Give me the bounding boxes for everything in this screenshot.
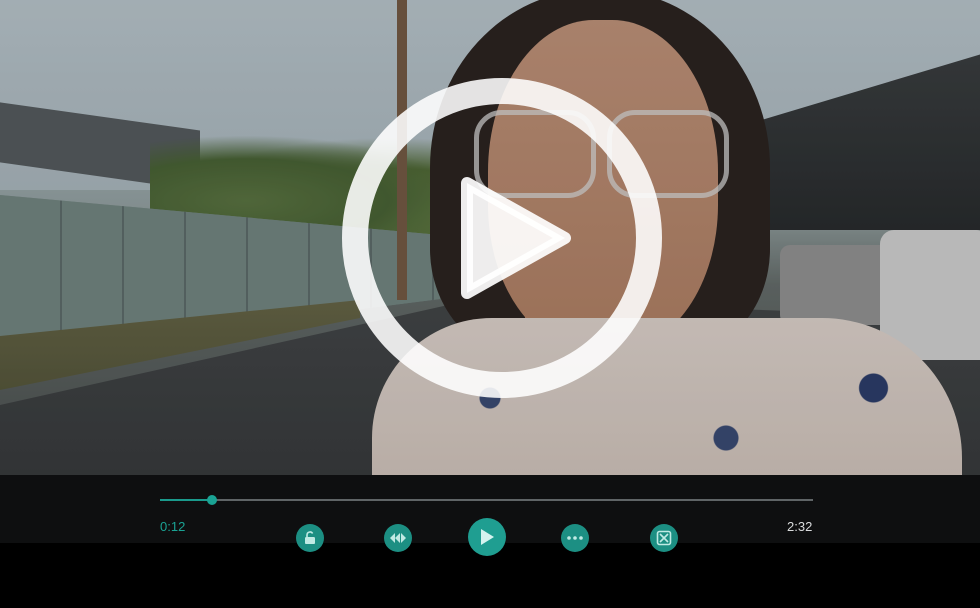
seek-arrows-icon bbox=[390, 533, 406, 543]
play-icon bbox=[481, 529, 494, 545]
lock-icon bbox=[305, 531, 315, 544]
seek-bar[interactable] bbox=[160, 499, 813, 501]
fit-screen-icon bbox=[656, 530, 672, 546]
lock-button[interactable] bbox=[296, 524, 324, 552]
seek-bar-progress bbox=[160, 499, 213, 501]
big-play-icon[interactable] bbox=[341, 77, 663, 399]
seek-arrows-button[interactable] bbox=[384, 524, 412, 552]
play-button[interactable] bbox=[468, 518, 506, 556]
duration-time: 2:32 bbox=[787, 519, 813, 534]
more-button[interactable] bbox=[561, 524, 589, 552]
screen-mode-button[interactable] bbox=[650, 524, 678, 552]
current-time: 0:12 bbox=[160, 519, 186, 534]
more-dots-icon bbox=[567, 536, 583, 540]
